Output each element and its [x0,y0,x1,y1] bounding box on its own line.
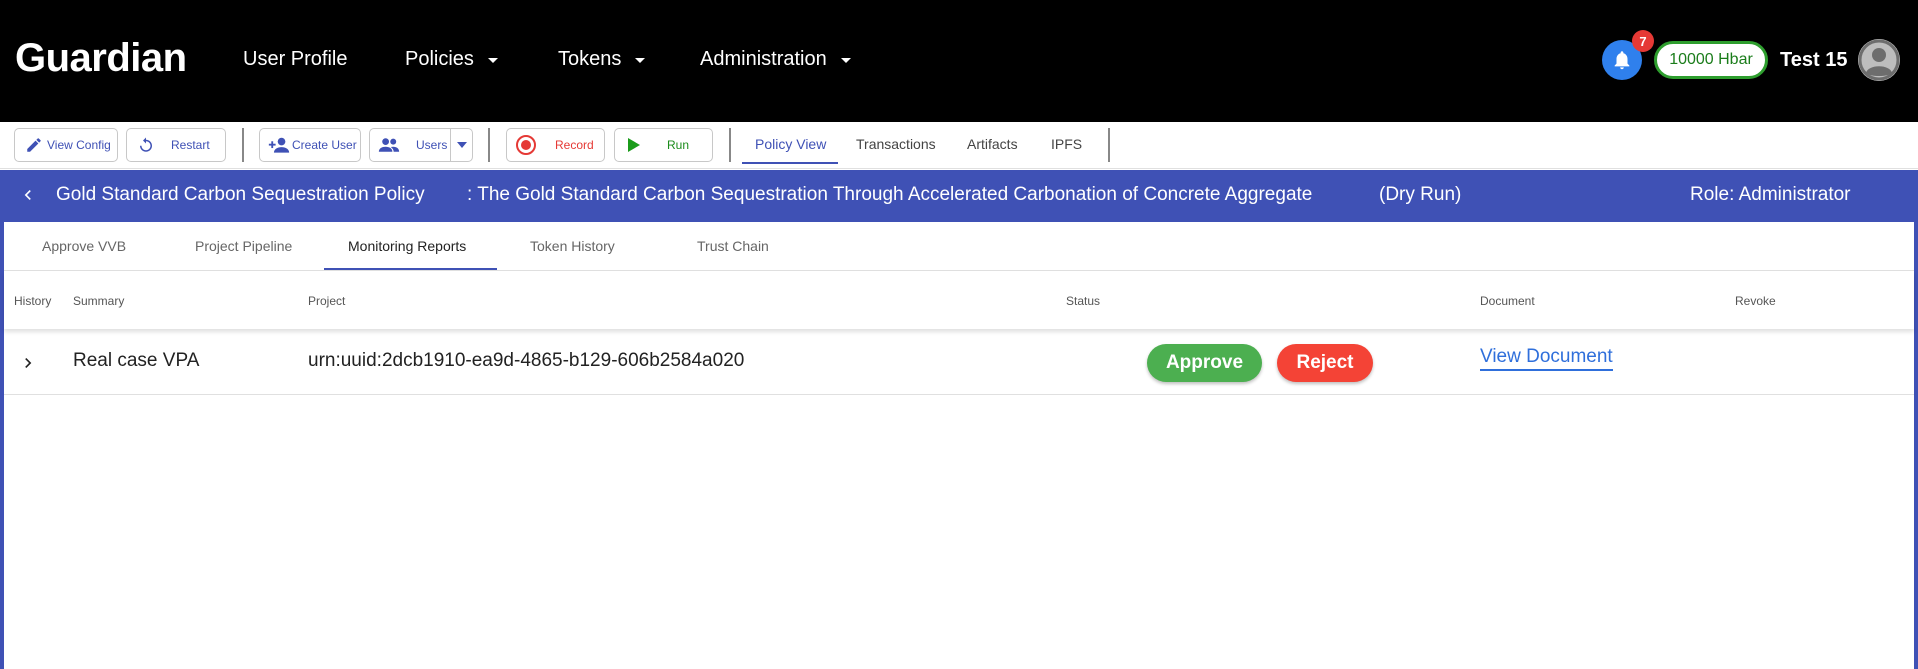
tab-artifacts[interactable]: Artifacts [967,136,1018,152]
record-label: Record [555,138,594,152]
policy-content: Approve VVB Project Pipeline Monitoring … [0,220,1918,669]
row-summary: Real case VPA [73,350,200,371]
policy-tabs: Approve VVB Project Pipeline Monitoring … [4,222,1914,271]
view-config-label: View Config [47,138,111,152]
column-header-revoke: Revoke [1735,294,1776,308]
column-header-summary: Summary [73,294,125,308]
tab-ipfs[interactable]: IPFS [1051,136,1082,152]
column-header-status: Status [1066,294,1101,308]
tab-monitoring-reports[interactable]: Monitoring Reports [348,238,466,254]
row-project-id: urn:uuid:2dcb1910-ea9d-4865-b129-606b258… [308,350,745,371]
nav-administration[interactable]: Administration [700,48,851,71]
chevron-right-icon[interactable] [18,353,38,373]
run-label: Run [667,138,690,152]
caret-down-icon [456,142,467,148]
policy-header: Gold Standard Carbon Sequestration Polic… [0,170,1918,220]
nav-label: Administration [700,48,827,70]
app-logo[interactable]: Guardian [15,36,187,81]
policy-toolbar: View Config Restart Create User Users Re… [0,122,1918,169]
user-role: Role: Administrator [1690,184,1851,205]
bell-icon [1614,51,1630,70]
avatar[interactable] [1858,39,1900,81]
view-document-link[interactable]: View Document [1480,346,1613,371]
active-tab-indicator [742,162,838,164]
users-icon [376,136,402,154]
notification-count-badge: 7 [1632,30,1654,52]
nav-label: User Profile [243,48,348,70]
tab-policy-view[interactable]: Policy View [755,136,826,152]
column-header-document: Document [1480,294,1535,308]
restart-button[interactable]: Restart [126,128,226,162]
tab-token-history[interactable]: Token History [530,238,615,254]
tab-trust-chain[interactable]: Trust Chain [697,238,769,254]
pencil-icon [21,136,47,154]
approve-button[interactable]: Approve [1147,344,1262,382]
toolbar-divider [1108,128,1110,162]
users-dropdown-toggle[interactable] [450,129,472,161]
record-button[interactable]: Record [506,128,605,162]
policy-mode: (Dry Run) [1379,184,1462,205]
policy-name: Gold Standard Carbon Sequestration Polic… [56,184,425,205]
policy-description: : The Gold Standard Carbon Sequestration… [467,184,1313,205]
restart-label: Restart [171,138,210,152]
create-user-label: Create User [292,138,357,152]
nav-label: Policies [405,48,474,70]
chevron-down-icon [840,58,851,63]
active-tab-indicator [324,268,497,270]
username[interactable]: Test 15 [1780,49,1847,72]
record-icon [513,134,539,156]
toolbar-divider [729,128,731,162]
run-button[interactable]: Run [614,128,713,162]
toolbar-divider [488,128,490,162]
nav-label: Tokens [558,48,622,70]
reject-button[interactable]: Reject [1277,344,1373,382]
balance-badge: 10000 Hbar [1654,41,1768,79]
back-arrow-icon[interactable] [18,185,38,205]
user-icon [1858,39,1900,81]
users-dropdown[interactable]: Users [369,128,473,162]
view-config-button[interactable]: View Config [14,128,118,162]
nav-policies[interactable]: Policies [405,48,498,71]
restart-icon [133,136,159,154]
top-nav-bar: Guardian User Profile Policies Tokens Ad… [0,0,1918,122]
chevron-down-icon [635,58,646,63]
column-header-history: History [14,294,52,308]
toolbar-divider [242,128,244,162]
add-user-icon [266,136,292,154]
table-row: Real case VPA urn:uuid:2dcb1910-ea9d-486… [4,329,1914,395]
tab-transactions[interactable]: Transactions [856,136,936,152]
tab-project-pipeline[interactable]: Project Pipeline [195,238,292,254]
nav-user-profile[interactable]: User Profile [243,48,347,71]
table-header: History Summary Project Status Document … [4,271,1914,329]
chevron-down-icon [487,58,498,63]
tab-approve-vvb[interactable]: Approve VVB [42,238,126,254]
column-header-project: Project [308,294,346,308]
create-user-button[interactable]: Create User [259,128,361,162]
users-label: Users [416,138,448,152]
play-icon [621,137,647,153]
nav-tokens[interactable]: Tokens [558,48,646,71]
